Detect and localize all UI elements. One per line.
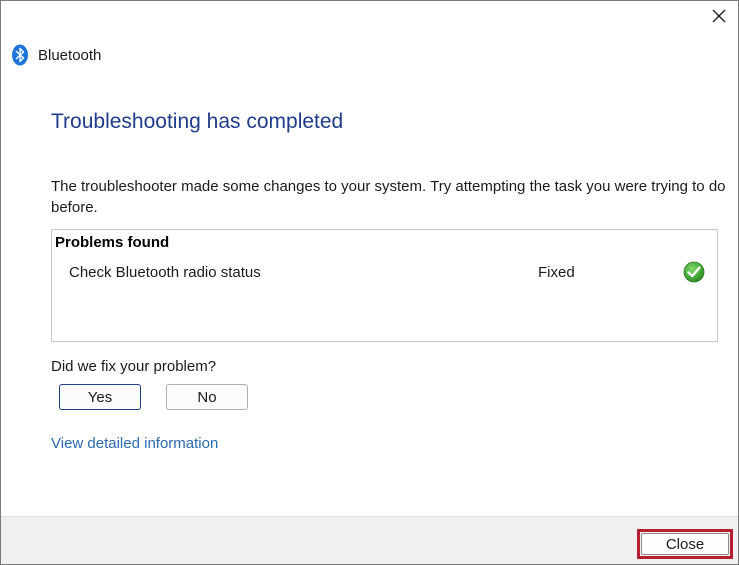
problem-name: Check Bluetooth radio status	[69, 264, 261, 281]
window-header: Bluetooth	[11, 44, 101, 66]
problem-status: Fixed	[538, 264, 575, 281]
feedback-question: Did we fix your problem?	[51, 358, 217, 375]
description-text: The troubleshooter made some changes to …	[51, 178, 726, 216]
green-check-icon	[683, 261, 705, 283]
close-icon[interactable]	[710, 7, 728, 25]
footer-bar: Close	[1, 516, 738, 564]
problems-found-panel: Problems found Check Bluetooth radio sta…	[51, 229, 718, 342]
view-details-link[interactable]: View detailed information	[51, 435, 218, 452]
close-button-highlight: Close	[637, 529, 733, 559]
problems-found-title: Problems found	[55, 234, 170, 251]
page-title: Troubleshooting has completed	[51, 110, 344, 133]
yes-button[interactable]: Yes	[59, 384, 141, 410]
troubleshooter-window: Bluetooth Troubleshooting has completed …	[0, 0, 739, 565]
no-button[interactable]: No	[166, 384, 248, 410]
window-title: Bluetooth	[38, 46, 102, 64]
bluetooth-icon	[12, 44, 28, 66]
close-button[interactable]: Close	[641, 533, 729, 555]
